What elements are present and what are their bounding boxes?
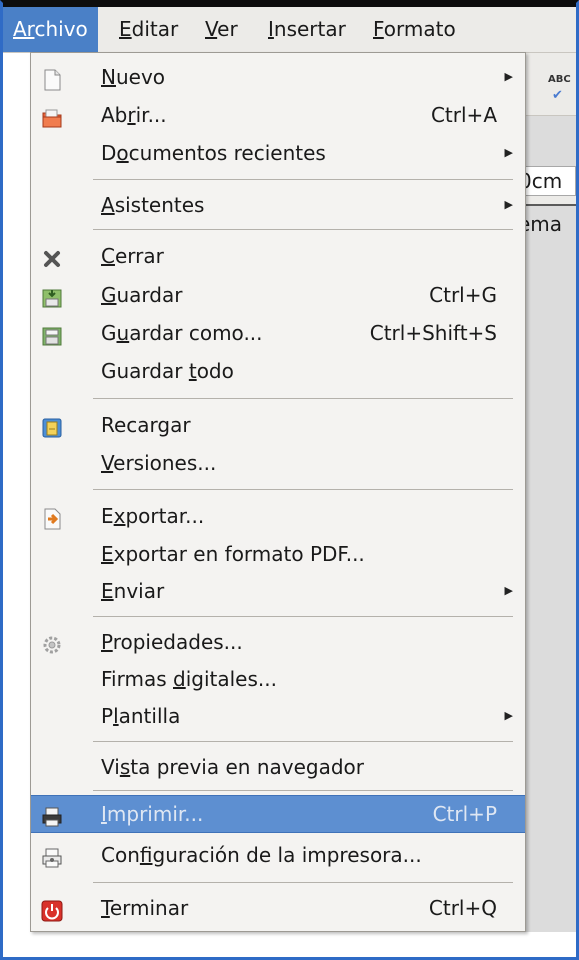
menu-item-exportar-pdf[interactable]: Exportar en formato PDF... bbox=[31, 536, 525, 572]
menu-separator bbox=[93, 741, 513, 742]
export-icon bbox=[41, 505, 63, 530]
menu-insertar[interactable]: Insertar bbox=[258, 7, 356, 52]
menu-separator bbox=[93, 882, 513, 883]
menu-separator bbox=[93, 398, 513, 399]
open-folder-icon bbox=[41, 104, 63, 128]
menubar: Archivo Editar Ver Insertar Formato bbox=[3, 7, 576, 53]
bottom-area bbox=[3, 932, 576, 957]
shortcut-label: Ctrl+G bbox=[429, 283, 497, 307]
menu-item-versiones[interactable]: Versiones... bbox=[31, 445, 525, 481]
power-icon bbox=[41, 897, 63, 922]
submenu-arrow-icon: ▶ bbox=[504, 709, 513, 722]
menu-item-cerrar[interactable]: Cerrar bbox=[31, 238, 525, 274]
spellcheck-icon[interactable]: ABC bbox=[548, 74, 571, 85]
menu-item-plantilla[interactable]: Plantilla ▶ bbox=[31, 698, 525, 734]
reload-icon bbox=[41, 414, 63, 438]
menu-item-guardar[interactable]: Guardar Ctrl+G bbox=[31, 277, 525, 313]
menu-item-config-impresora[interactable]: Configuración de la impresora... bbox=[31, 837, 525, 873]
shortcut-label: Ctrl+Q bbox=[428, 896, 497, 920]
menu-separator bbox=[93, 179, 513, 180]
window-top-edge bbox=[3, 0, 576, 7]
menu-item-firmas-digitales[interactable]: Firmas digitales... bbox=[31, 661, 525, 697]
new-document-icon bbox=[41, 66, 63, 91]
spellcheck-check-icon: ✔ bbox=[552, 88, 563, 103]
menu-item-documentos-recientes[interactable]: Documentos recientes ▶ bbox=[31, 135, 525, 171]
menu-item-recargar[interactable]: Recargar bbox=[31, 407, 525, 443]
menu-separator bbox=[93, 489, 513, 490]
menu-item-guardar-todo[interactable]: Guardar todo bbox=[31, 353, 525, 389]
shortcut-label: Ctrl+A bbox=[430, 103, 497, 127]
save-icon bbox=[41, 284, 63, 308]
save-as-icon bbox=[41, 322, 63, 346]
submenu-arrow-icon: ▶ bbox=[504, 70, 513, 83]
menu-item-nuevo[interactable]: Nuevo ▶ bbox=[31, 59, 525, 95]
menu-item-enviar[interactable]: Enviar ▶ bbox=[31, 573, 525, 609]
menu-item-vista-previa[interactable]: Vista previa en navegador bbox=[31, 749, 525, 785]
submenu-arrow-icon: ▶ bbox=[504, 584, 513, 597]
menu-item-imprimir[interactable]: Imprimir... Ctrl+P bbox=[31, 795, 525, 833]
shortcut-label: Ctrl+Shift+S bbox=[369, 321, 497, 345]
menu-separator bbox=[93, 616, 513, 617]
menu-ver[interactable]: Ver bbox=[195, 7, 248, 52]
menu-separator bbox=[93, 229, 513, 230]
submenu-arrow-icon: ▶ bbox=[504, 146, 513, 159]
menu-item-asistentes[interactable]: Asistentes ▶ bbox=[31, 187, 525, 223]
printer-settings-icon bbox=[41, 844, 63, 868]
close-x-icon bbox=[41, 245, 63, 267]
menu-editar[interactable]: Editar bbox=[109, 7, 188, 52]
shortcut-label: Ctrl+P bbox=[432, 802, 497, 826]
menu-item-terminar[interactable]: Terminar Ctrl+Q bbox=[31, 890, 525, 926]
properties-gear-icon bbox=[41, 631, 63, 654]
menu-separator bbox=[93, 790, 513, 791]
menu-archivo[interactable]: Archivo bbox=[3, 7, 98, 52]
submenu-arrow-icon: ▶ bbox=[504, 198, 513, 211]
menu-item-exportar[interactable]: Exportar... bbox=[31, 498, 525, 534]
menu-formato[interactable]: Formato bbox=[363, 7, 466, 52]
menu-item-abrir[interactable]: Abrir... Ctrl+A bbox=[31, 97, 525, 133]
file-menu: Nuevo ▶ Abrir... Ctrl+A Documentos recie… bbox=[30, 52, 526, 932]
menu-item-propiedades[interactable]: Propiedades... bbox=[31, 624, 525, 660]
menu-item-guardar-como[interactable]: Guardar como... Ctrl+Shift+S bbox=[31, 315, 525, 351]
printer-icon bbox=[41, 803, 63, 827]
